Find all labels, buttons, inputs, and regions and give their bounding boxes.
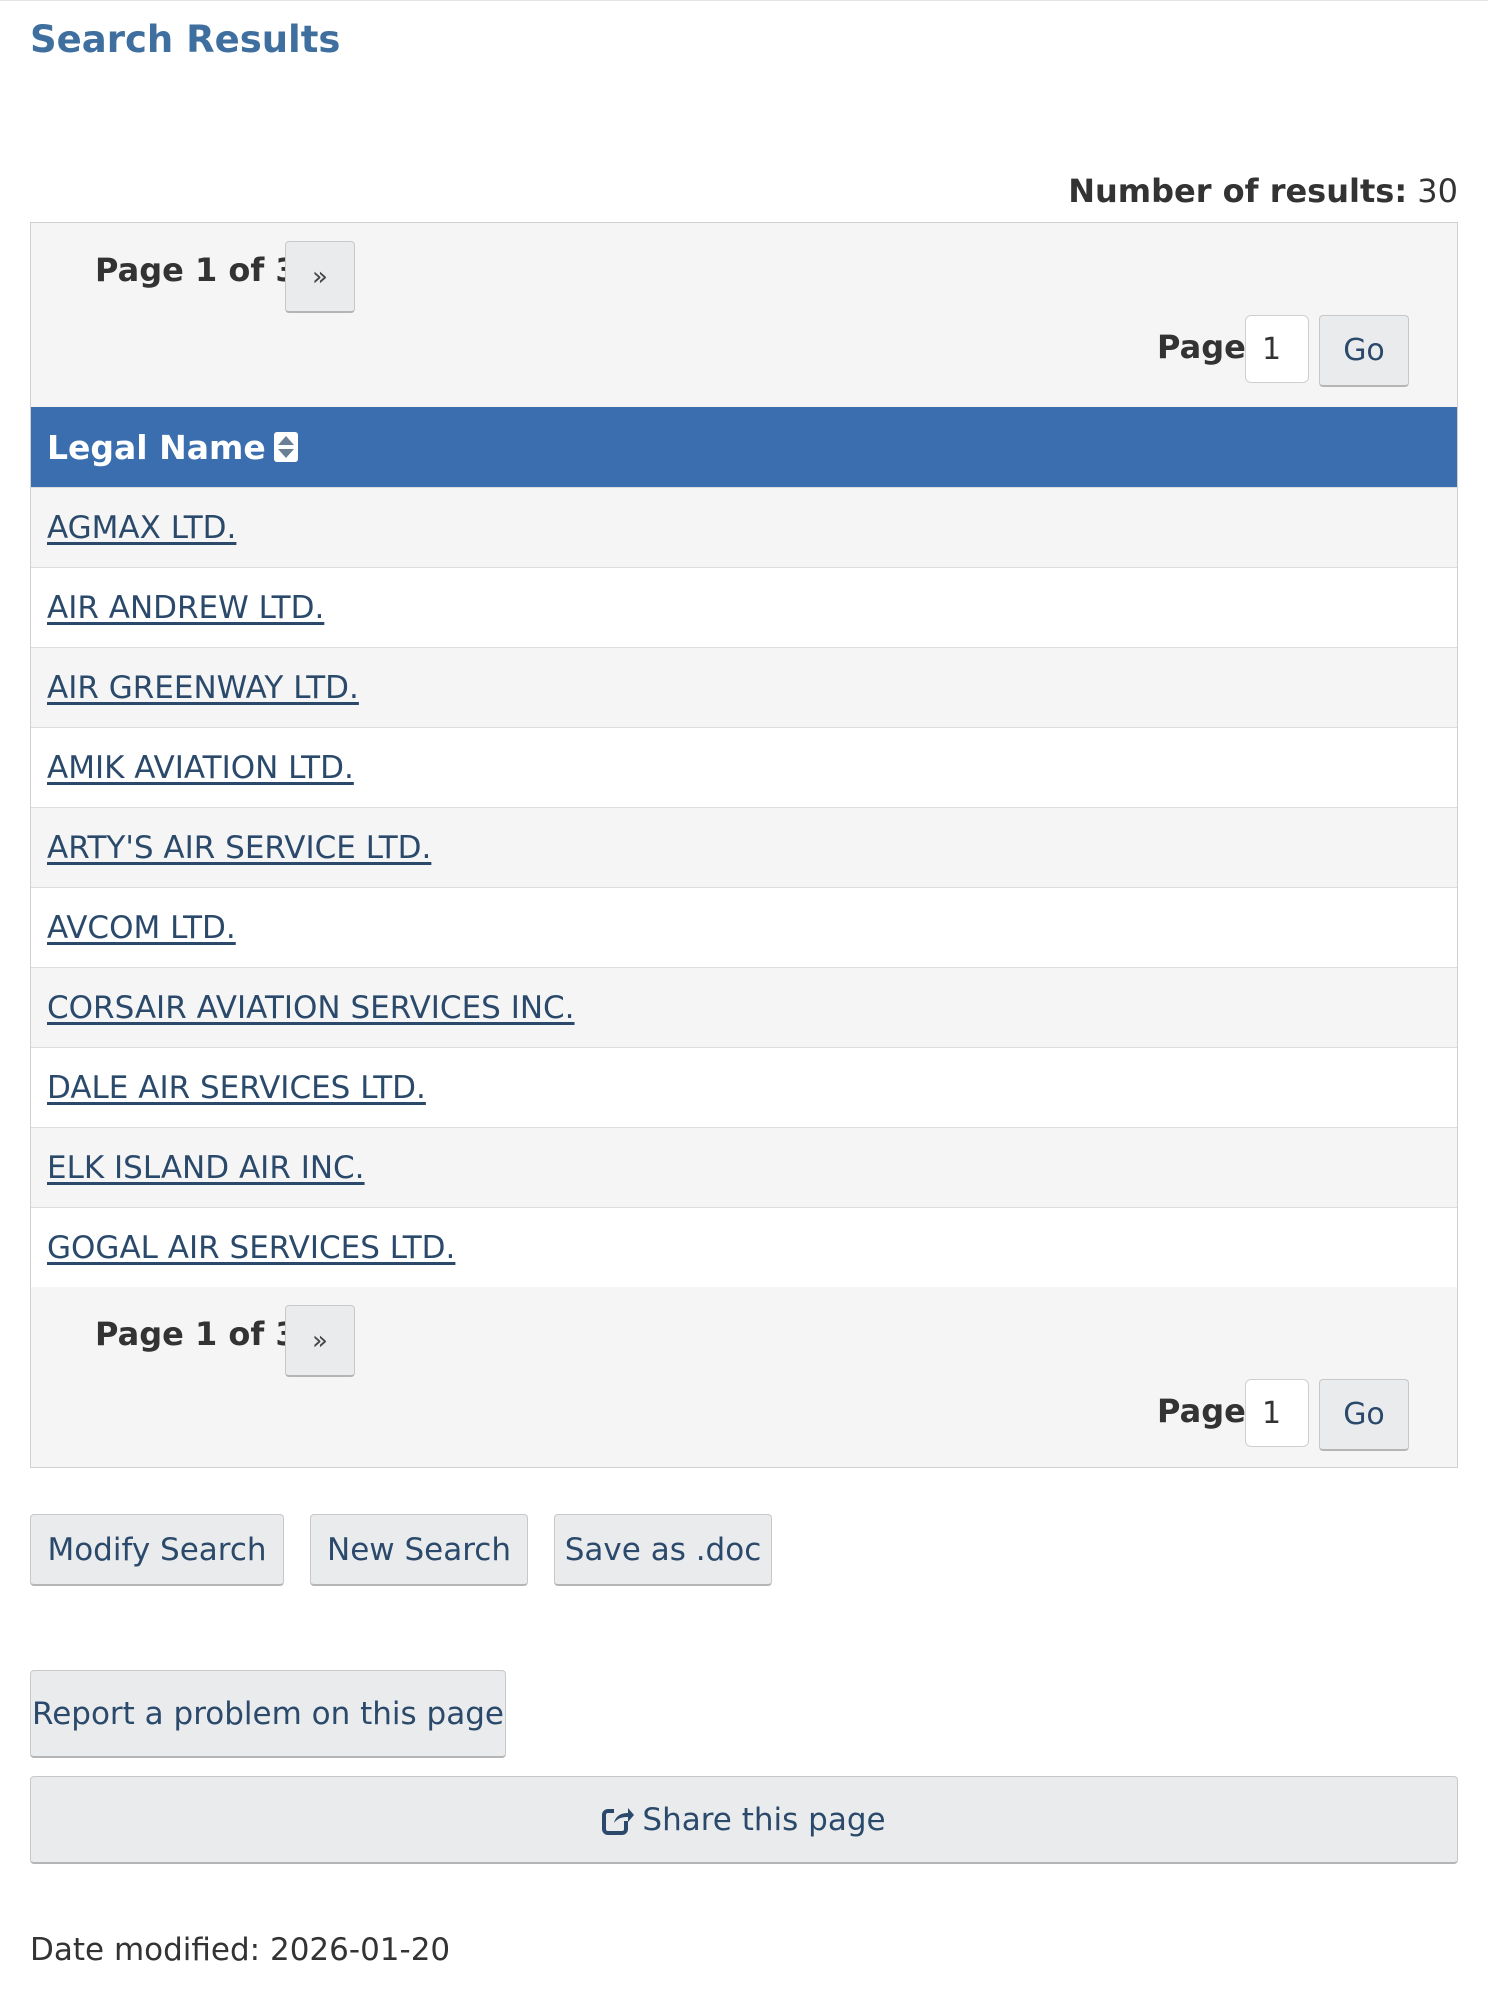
result-link[interactable]: GOGAL AIR SERVICES LTD. (47, 1230, 455, 1266)
top-border (0, 0, 1488, 1)
table-row: AMIK AVIATION LTD. (31, 727, 1457, 807)
column-header-legal-name[interactable]: Legal Name (31, 407, 1457, 487)
report-problem-button[interactable]: Report a problem on this page (30, 1670, 506, 1758)
go-button[interactable]: Go (1319, 1379, 1409, 1451)
pager-label: Page 1 of 3 (95, 251, 298, 289)
result-count-label: Number of results: (1068, 172, 1408, 210)
share-icon (602, 1806, 635, 1835)
share-page-label: Share this page (642, 1801, 886, 1838)
new-search-button[interactable]: New Search (310, 1514, 528, 1586)
pager-label: Page 1 of 3 (95, 1315, 298, 1353)
sort-icon[interactable] (273, 432, 298, 462)
table-rows: AGMAX LTD. AIR ANDREW LTD. AIR GREENWAY … (31, 487, 1457, 1287)
results-panel: Page 1 of 3 » Page Go Legal Name AGMAX L… (30, 222, 1458, 1468)
result-link[interactable]: DALE AIR SERVICES LTD. (47, 1070, 426, 1106)
results-table: Legal Name AGMAX LTD. AIR ANDREW LTD. AI… (31, 407, 1457, 1287)
result-count: Number of results: 30 (1068, 172, 1458, 210)
result-link[interactable]: AIR ANDREW LTD. (47, 590, 324, 626)
result-link[interactable]: AIR GREENWAY LTD. (47, 670, 359, 706)
table-row: ARTY'S AIR SERVICE LTD. (31, 807, 1457, 887)
table-row: AIR ANDREW LTD. (31, 567, 1457, 647)
column-header-label: Legal Name (47, 427, 266, 467)
result-count-value: 30 (1417, 172, 1458, 210)
page-jump-label: Page (1157, 328, 1246, 366)
page-jump-input[interactable] (1245, 1379, 1309, 1447)
result-link[interactable]: AGMAX LTD. (47, 510, 236, 546)
modify-search-button[interactable]: Modify Search (30, 1514, 284, 1586)
page-jump-input[interactable] (1245, 315, 1309, 383)
table-row: DALE AIR SERVICES LTD. (31, 1047, 1457, 1127)
result-link[interactable]: AMIK AVIATION LTD. (47, 750, 354, 786)
next-page-button[interactable]: » (285, 241, 355, 313)
table-row: AIR GREENWAY LTD. (31, 647, 1457, 727)
page-title: Search Results (30, 18, 341, 61)
result-link[interactable]: CORSAIR AVIATION SERVICES INC. (47, 990, 575, 1026)
pager-bottom: Page 1 of 3 » Page Go (31, 1287, 1457, 1471)
go-button[interactable]: Go (1319, 315, 1409, 387)
table-row: ELK ISLAND AIR INC. (31, 1127, 1457, 1207)
table-row: AVCOM LTD. (31, 887, 1457, 967)
table-row: GOGAL AIR SERVICES LTD. (31, 1207, 1457, 1287)
save-doc-button[interactable]: Save as .doc (554, 1514, 772, 1586)
table-row: AGMAX LTD. (31, 487, 1457, 567)
result-link[interactable]: ELK ISLAND AIR INC. (47, 1150, 365, 1186)
result-link[interactable]: ARTY'S AIR SERVICE LTD. (47, 830, 431, 866)
share-page-button[interactable]: Share this page (30, 1776, 1458, 1864)
table-row: CORSAIR AVIATION SERVICES INC. (31, 967, 1457, 1047)
page-jump-label: Page (1157, 1392, 1246, 1430)
date-modified-label: Date modified: (30, 1932, 261, 1968)
next-page-button[interactable]: » (285, 1305, 355, 1377)
pager-top: Page 1 of 3 » Page Go (31, 223, 1457, 407)
result-link[interactable]: AVCOM LTD. (47, 910, 236, 946)
date-modified: Date modified: 2026-01-20 (30, 1932, 450, 1968)
date-modified-value: 2026-01-20 (269, 1932, 451, 1968)
